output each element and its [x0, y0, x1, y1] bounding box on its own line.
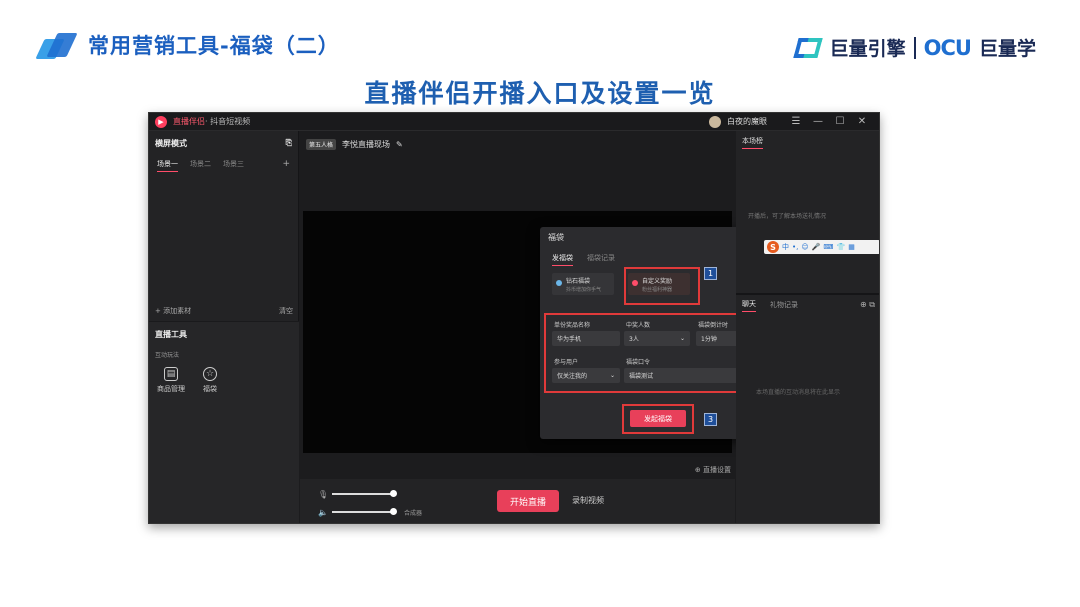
tab-ranking[interactable]: 本场榜: [742, 136, 763, 149]
chat-section: 聊天 礼物记录 ⊕ ⧉ 本场直播的互动消息将在此显示: [736, 293, 879, 523]
layout-mode-title[interactable]: 横屏模式: [155, 138, 187, 149]
record-video-button[interactable]: 录制视频: [572, 495, 604, 506]
bottom-control-bar: 🎙 🔈 合成器 开始直播 录制视频: [300, 479, 735, 523]
mic-volume-knob[interactable]: [390, 490, 397, 497]
ime-item[interactable]: 中: [782, 242, 789, 252]
user-name[interactable]: 白夜的魔眼: [727, 116, 767, 127]
ime-item[interactable]: 👕: [837, 243, 846, 251]
menu-icon[interactable]: ☰: [785, 116, 807, 127]
mic-volume-slider[interactable]: [332, 490, 397, 497]
brand-left: 巨量引擎: [829, 38, 906, 60]
slide-header-title: 常用营销工具-福袋（二）: [88, 34, 340, 58]
brand-logos: 巨量引擎 OCU 巨量学: [792, 34, 1036, 61]
stream-title: 李悦直播现场: [342, 139, 391, 149]
speaker-slider-row: 🔈 合成器: [318, 503, 422, 521]
live-settings-button[interactable]: ⊕ 直播设置: [695, 465, 731, 475]
highlight-box-1: [624, 267, 700, 305]
bag-option-name: 钻石福袋: [566, 278, 591, 285]
highlight-box-3: [622, 404, 694, 434]
ime-toolbar: S 中 •, ☺ 🎤 ⌨ 👕 ▦: [764, 240, 879, 254]
live-tools-section: 直播工具 互动玩法 ▤ 商品管理 ☆ 福袋: [149, 321, 299, 523]
diamond-bag-option[interactable]: 钻石福袋 抖币增加你手气: [552, 273, 614, 295]
ime-item[interactable]: ▦: [848, 243, 855, 251]
category-badge[interactable]: 第五人格: [306, 138, 337, 150]
annotation-tag-1: 1: [704, 267, 717, 280]
bag-option-desc: 抖币增加你手气: [566, 287, 602, 293]
close-icon[interactable]: ✕: [851, 116, 873, 127]
avatar[interactable]: [709, 115, 721, 128]
maximize-icon[interactable]: ☐: [829, 116, 851, 127]
main-title: 直播伴侣开播入口及设置一览: [364, 79, 716, 108]
edit-icon[interactable]: ✎: [396, 140, 403, 149]
app-name: 直播伴侣: [173, 117, 205, 126]
tab-bag-records[interactable]: 福袋记录: [587, 253, 615, 266]
right-panel: 本场榜 开播后，可了解本场送礼情况 S 中 •, ☺ 🎤 ⌨ 👕 ▦ 聊天 礼物…: [736, 131, 879, 523]
mic-slider-row: 🎙: [318, 485, 422, 503]
add-scene-icon[interactable]: +: [282, 159, 290, 172]
center-area: 第五人格 李悦直播现场 ✎ ⊕ 直播设置 🎙 🔈 合成器 开始直播 录制视频 福…: [300, 131, 791, 523]
ime-item[interactable]: ⌨: [823, 243, 833, 251]
add-material-button[interactable]: + 添加素材: [155, 306, 191, 316]
app-subtitle: · 抖音短视频: [205, 117, 251, 126]
tab-scene-2[interactable]: 场景二: [190, 159, 211, 172]
dialog-title: 福袋: [548, 232, 564, 242]
synth-label[interactable]: 合成器: [404, 508, 422, 517]
stream-header: 第五人格 李悦直播现场 ✎: [300, 131, 735, 157]
app-logo-icon: ▶: [155, 115, 167, 128]
ime-item[interactable]: 🎤: [812, 243, 821, 251]
title-bar: ▶ 直播伴侣 · 抖音短视频 白夜的魔眼 ☰ — ☐ ✕: [149, 113, 879, 131]
sogou-ime-icon[interactable]: S: [767, 241, 779, 253]
microphone-icon[interactable]: 🎙: [318, 490, 328, 499]
chat-tabs: 聊天 礼物记录 ⊕ ⧉: [736, 295, 879, 315]
material-row: + 添加素材 清空: [149, 306, 299, 316]
slide-header: 常用营销工具-福袋（二）: [35, 30, 340, 60]
tab-scene-1[interactable]: 场景一: [157, 159, 178, 172]
ime-item[interactable]: •,: [792, 243, 798, 251]
ime-item[interactable]: ☺: [801, 243, 808, 251]
audio-sliders: 🎙 🔈 合成器: [318, 485, 422, 521]
ranking-header: 本场榜: [736, 131, 879, 153]
scene-tabs: 场景一 场景二 场景三 +: [149, 155, 298, 176]
brand-mid: OCU: [923, 35, 972, 60]
live-tools-title: 直播工具: [155, 329, 187, 339]
tab-gift-records[interactable]: 礼物记录: [770, 300, 798, 310]
ranking-tip: 开播后，可了解本场送礼情况: [748, 213, 827, 220]
tab-scene-3[interactable]: 场景三: [223, 159, 244, 172]
ocean-engine-logo-icon: [792, 36, 823, 60]
clear-button[interactable]: 清空: [279, 306, 293, 316]
live-companion-window: ▶ 直播伴侣 · 抖音短视频 白夜的魔眼 ☰ — ☐ ✕ 横屏模式 ⎘ 场景一 …: [148, 112, 880, 524]
product-management-tool[interactable]: ▤ 商品管理: [157, 367, 185, 394]
tool-label: 商品管理: [157, 385, 185, 393]
slide-logo-icon: [35, 31, 78, 59]
lucky-bag-tool[interactable]: ☆ 福袋: [203, 367, 217, 394]
speaker-volume-slider[interactable]: [332, 508, 397, 515]
layout-mode-header: 横屏模式 ⎘: [149, 131, 298, 155]
lucky-bag-icon: ☆: [203, 367, 217, 381]
minimize-icon[interactable]: —: [807, 116, 829, 127]
interactive-label: 互动玩法: [155, 352, 180, 359]
diamond-icon: [556, 280, 562, 286]
shop-icon: ▤: [164, 367, 178, 381]
tab-chat[interactable]: 聊天: [742, 299, 756, 312]
brand-right: 巨量学: [978, 38, 1036, 60]
annotation-tag-3: 3: [704, 413, 717, 426]
layout-switch-icon[interactable]: ⎘: [286, 138, 292, 148]
tab-send-bag[interactable]: 发福袋: [552, 253, 573, 266]
speaker-volume-knob[interactable]: [390, 508, 397, 515]
brand-separator: [913, 36, 916, 59]
speaker-icon[interactable]: 🔈: [318, 508, 328, 517]
chat-settings-icon[interactable]: ⊕ ⧉: [860, 300, 875, 310]
chat-tip: 本场直播的互动消息将在此显示: [756, 389, 841, 396]
start-live-button[interactable]: 开始直播: [497, 490, 559, 512]
tool-items: ▤ 商品管理 ☆ 福袋: [149, 363, 299, 398]
left-panel: 横屏模式 ⎘ 场景一 场景二 场景三 + + 添加素材 清空 直播工具 互动玩法…: [149, 131, 299, 523]
tool-label: 福袋: [203, 385, 217, 393]
